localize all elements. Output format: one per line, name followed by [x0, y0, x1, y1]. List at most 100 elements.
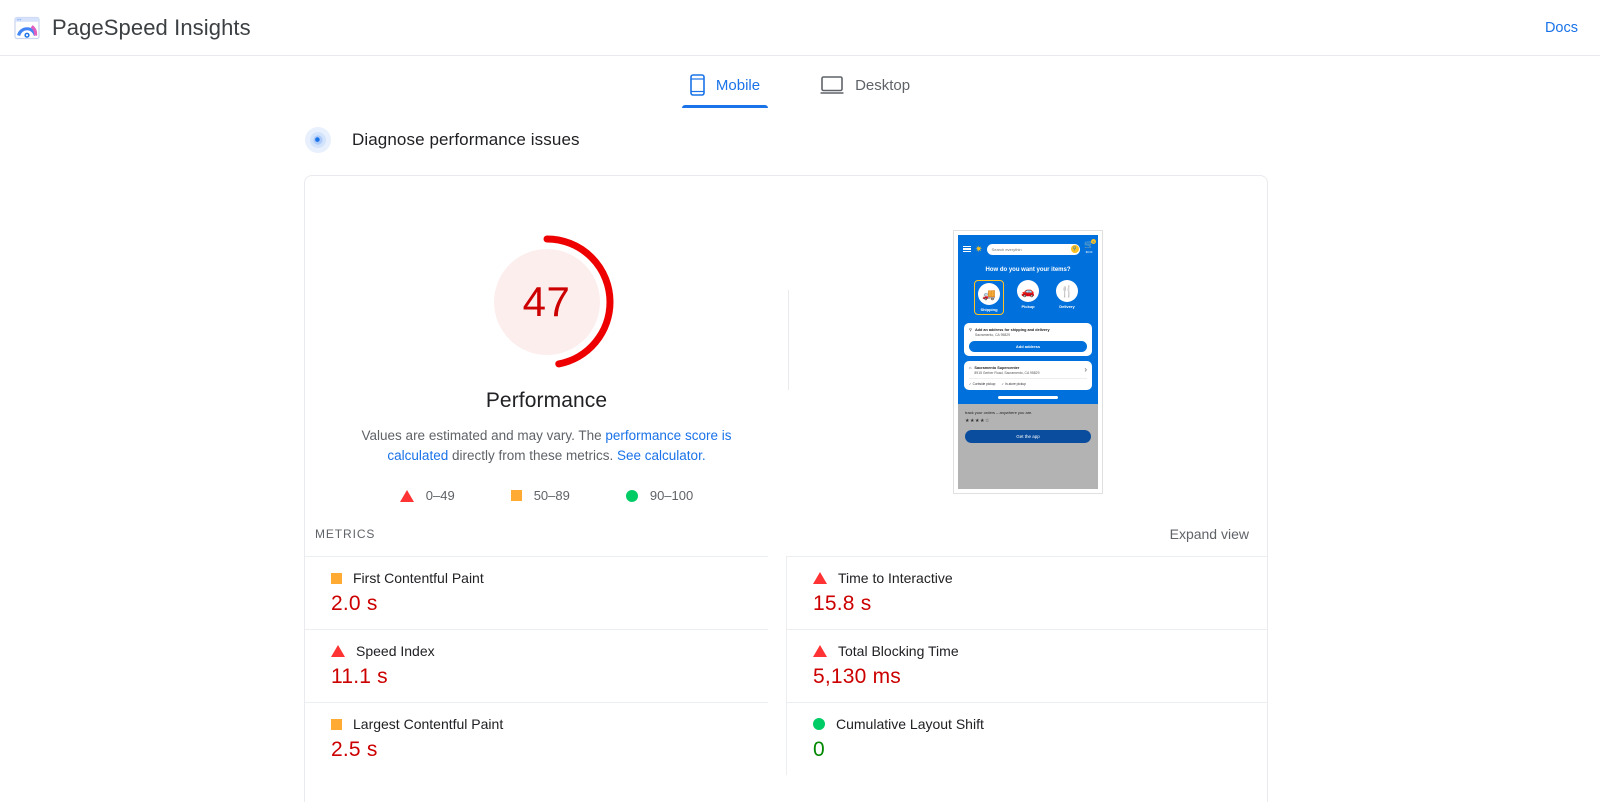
- delivery-truck-icon: 🚚: [978, 283, 1000, 305]
- metrics-title: METRICS: [315, 527, 376, 541]
- add-address-button: Add address: [969, 341, 1087, 352]
- check-instore: ✓ In-store pickup: [1001, 382, 1026, 386]
- cart-total-label: $0.00: [1085, 251, 1093, 254]
- get-the-app-button: Get the app: [965, 429, 1091, 443]
- metric-value: 2.5 s: [331, 738, 378, 761]
- star-rating-icon: ★★★★☆: [965, 417, 990, 424]
- magnifier-icon: ⚲: [1070, 245, 1079, 253]
- main-content: Diagnose performance issues 47 Performan…: [0, 126, 1600, 802]
- address-card-row: ⚲ Add an address for shipping and delive…: [969, 327, 1087, 337]
- legend-item-poor: 0–49: [399, 488, 455, 503]
- results-card: 47 Performance Values are estimated and …: [304, 175, 1268, 802]
- store-card-checks: ✓ Curbside pickup ✓ In-store pickup: [969, 378, 1087, 386]
- pulse-dot-icon: [304, 126, 332, 154]
- option-pickup-label: Pickup: [1021, 304, 1035, 309]
- triangle-icon: [813, 572, 827, 584]
- app-title: PageSpeed Insights: [52, 14, 251, 40]
- metric-total-blocking-time[interactable]: Total Blocking Time 5,130 ms: [786, 629, 1267, 702]
- option-pickup: 🚗 Pickup: [1013, 280, 1043, 315]
- docs-link[interactable]: Docs: [1543, 16, 1580, 40]
- option-shipping: 🚚 Shipping: [974, 280, 1004, 315]
- score-desc-part2: directly from these metrics.: [448, 448, 618, 463]
- desktop-monitor-icon: [820, 75, 844, 95]
- circle-icon: [813, 718, 825, 730]
- check-instore-label: In-store pickup: [1004, 382, 1026, 386]
- store-card-title: Sacramento Supercenter: [974, 366, 1020, 370]
- see-calculator-link[interactable]: See calculator.: [617, 448, 706, 463]
- legend-item-good: 90–100: [625, 488, 694, 503]
- check-curbside: ✓ Curbside pickup: [969, 382, 996, 386]
- metric-value: 0: [813, 738, 825, 761]
- metric-value: 2.0 s: [331, 592, 378, 615]
- metric-name: First Contentful Paint: [353, 570, 484, 586]
- tab-desktop-label: Desktop: [855, 76, 911, 94]
- score-description: Values are estimated and may vary. The p…: [347, 426, 747, 466]
- drag-handle: [998, 396, 1058, 399]
- fulfillment-options: 🚚 Shipping 🚗 Pickup 🍴 Delivery: [958, 280, 1098, 315]
- legend-label-good: 90–100: [649, 488, 694, 503]
- triangle-icon: [813, 645, 827, 657]
- mobile-phone-icon: [690, 74, 705, 96]
- store-card: ⌂ Sacramento Supercenter 8915 Gerber Roa…: [964, 361, 1092, 390]
- legend-item-average: 50–89: [510, 488, 570, 503]
- store-icon: ⌂: [969, 365, 972, 370]
- address-card-subtitle: Sacramento, CA 95829: [974, 333, 1010, 337]
- screenshot-search-placeholder: Search everythin: [991, 246, 1022, 252]
- performance-gauge: 47: [473, 228, 621, 376]
- metric-name: Cumulative Layout Shift: [836, 716, 984, 732]
- address-card: ⚲ Add an address for shipping and delive…: [964, 323, 1092, 356]
- metric-time-to-interactive[interactable]: Time to Interactive 15.8 s: [786, 556, 1267, 629]
- screenshot-footer: track your orders – anywhere you are. ★★…: [958, 403, 1098, 489]
- metric-top: Largest Contentful Paint: [331, 716, 768, 732]
- option-delivery-label: Delivery: [1059, 304, 1075, 309]
- metric-top: First Contentful Paint: [331, 570, 768, 586]
- score-desc-part1: Values are estimated and may vary. The: [361, 428, 606, 443]
- app-header: PageSpeed Insights Docs: [0, 0, 1600, 56]
- screenshot-heading: How do you want your items?: [985, 267, 1071, 273]
- triangle-icon: [331, 645, 345, 657]
- brand: PageSpeed Insights: [14, 15, 251, 41]
- metric-largest-contentful-paint[interactable]: Largest Contentful Paint 2.5 s: [305, 702, 768, 775]
- metric-value: 15.8 s: [813, 592, 872, 615]
- legend-label-poor: 0–49: [425, 488, 455, 503]
- diagnose-row: Diagnose performance issues: [304, 126, 1600, 154]
- tab-mobile-label: Mobile: [715, 76, 761, 94]
- metric-top: Total Blocking Time: [813, 643, 1267, 659]
- location-pin-icon: ⚲: [969, 327, 972, 332]
- screenshot-topbar: ✷ Search everythin ⚲ 🛒 0 $0.00: [958, 235, 1098, 259]
- store-card-subtitle: 8915 Gerber Road, Sacramento, CA 95829: [974, 371, 1040, 375]
- shopping-cart-icon: 🛒 0 $0.00: [1084, 239, 1096, 257]
- circle-icon: [625, 489, 638, 502]
- option-delivery: 🍴 Delivery: [1052, 280, 1082, 315]
- device-tabs: Mobile Desktop: [0, 56, 1600, 108]
- screenshot-content: ✷ Search everythin ⚲ 🛒 0 $0.00 How do yo…: [958, 235, 1098, 489]
- cart-badge: 0: [1091, 239, 1096, 244]
- diagnose-label: Diagnose performance issues: [352, 130, 580, 149]
- score-column: 47 Performance Values are estimated and …: [305, 228, 788, 503]
- page-screenshot-thumbnail: ✷ Search everythin ⚲ 🛒 0 $0.00 How do yo…: [953, 230, 1103, 494]
- metric-top: Time to Interactive: [813, 570, 1267, 586]
- screenshot-column: ✷ Search everythin ⚲ 🛒 0 $0.00 How do yo…: [789, 228, 1267, 494]
- metrics-grid: First Contentful Paint 2.0 s Time to Int…: [305, 556, 1267, 775]
- spark-icon: ✷: [975, 244, 983, 254]
- tab-mobile[interactable]: Mobile: [681, 66, 769, 108]
- triangle-icon: [399, 489, 414, 502]
- screenshot-search-box: Search everythin ⚲: [986, 243, 1081, 255]
- expand-view-button[interactable]: Expand view: [1170, 526, 1249, 542]
- metric-name: Speed Index: [356, 643, 435, 659]
- square-icon: [510, 490, 522, 501]
- legend-label-average: 50–89: [533, 488, 570, 503]
- metric-cumulative-layout-shift[interactable]: Cumulative Layout Shift 0: [786, 702, 1267, 775]
- metric-name: Time to Interactive: [838, 570, 953, 586]
- metric-name: Largest Contentful Paint: [353, 716, 504, 732]
- score-legend: 0–49 50–89 90–100: [399, 488, 694, 503]
- square-icon: [331, 572, 342, 584]
- metric-speed-index[interactable]: Speed Index 11.1 s: [305, 629, 768, 702]
- metric-name: Total Blocking Time: [838, 643, 959, 659]
- option-shipping-label: Shipping: [980, 307, 998, 312]
- pagespeed-logo-icon: [14, 15, 40, 41]
- metric-first-contentful-paint[interactable]: First Contentful Paint 2.0 s: [305, 556, 768, 629]
- score-area: 47 Performance Values are estimated and …: [305, 176, 1267, 524]
- hamburger-menu-icon: [963, 245, 971, 253]
- tab-desktop[interactable]: Desktop: [812, 66, 918, 108]
